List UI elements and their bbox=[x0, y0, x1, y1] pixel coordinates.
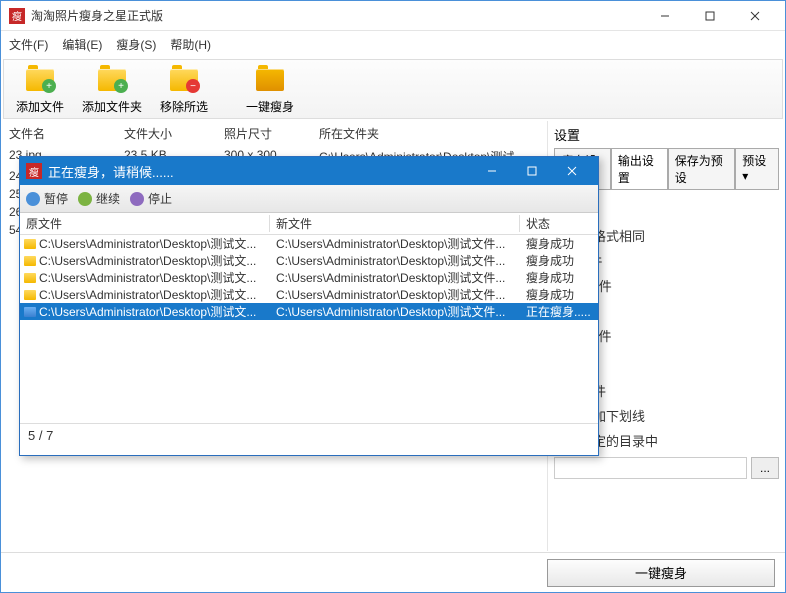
progress-dialog: 瘦 正在瘦身，请稍候...... 暂停 继续 停止 原文件 新文件 状态 C:\… bbox=[19, 156, 599, 456]
app-icon: 瘦 bbox=[9, 8, 25, 24]
folder-icon bbox=[24, 256, 36, 266]
menu-help[interactable]: 帮助(H) bbox=[170, 36, 211, 53]
col-source[interactable]: 原文件 bbox=[20, 215, 270, 232]
folder-icon bbox=[24, 239, 36, 249]
dialog-minimize-button[interactable] bbox=[472, 160, 512, 182]
continue-button[interactable]: 继续 bbox=[78, 190, 120, 207]
menu-file[interactable]: 文件(F) bbox=[9, 36, 48, 53]
folder-icon bbox=[24, 307, 36, 317]
progress-row[interactable]: C:\Users\Administrator\Desktop\测试文...C:\… bbox=[20, 269, 598, 286]
progress-row[interactable]: C:\Users\Administrator\Desktop\测试文...C:\… bbox=[20, 303, 598, 320]
progress-row[interactable]: C:\Users\Administrator\Desktop\测试文...C:\… bbox=[20, 235, 598, 252]
close-button[interactable] bbox=[732, 2, 777, 30]
col-size[interactable]: 文件大小 bbox=[124, 125, 224, 142]
progress-status: 5 / 7 bbox=[20, 423, 598, 447]
titlebar: 瘦 淘淘照片瘦身之星正式版 bbox=[1, 1, 785, 31]
folder-icon bbox=[24, 273, 36, 283]
pause-button[interactable]: 暂停 bbox=[26, 190, 68, 207]
toolbar: + 添加文件 + 添加文件夹 − 移除所选 一键瘦身 bbox=[3, 59, 783, 119]
minimize-button[interactable] bbox=[642, 2, 687, 30]
stop-button[interactable]: 停止 bbox=[130, 190, 172, 207]
run-button[interactable]: 一键瘦身 bbox=[547, 559, 775, 587]
progress-row[interactable]: C:\Users\Administrator\Desktop\测试文...C:\… bbox=[20, 286, 598, 303]
output-path-input[interactable] bbox=[554, 457, 747, 479]
add-file-button[interactable]: + 添加文件 bbox=[12, 61, 68, 117]
col-name[interactable]: 文件名 bbox=[9, 125, 124, 142]
one-key-button[interactable]: 一键瘦身 bbox=[242, 61, 298, 117]
add-file-icon: + bbox=[24, 63, 56, 95]
pause-icon bbox=[26, 192, 40, 206]
dialog-toolbar: 暂停 继续 停止 bbox=[20, 185, 598, 213]
col-new[interactable]: 新文件 bbox=[270, 215, 520, 232]
add-folder-button[interactable]: + 添加文件夹 bbox=[78, 61, 146, 117]
dialog-titlebar: 瘦 正在瘦身，请稍候...... bbox=[20, 157, 598, 185]
one-key-icon bbox=[254, 63, 286, 95]
progress-table-header: 原文件 新文件 状态 bbox=[20, 213, 598, 235]
tab-output[interactable]: 输出设置 bbox=[611, 148, 668, 190]
dialog-maximize-button[interactable] bbox=[512, 160, 552, 182]
remove-selected-icon: − bbox=[168, 63, 200, 95]
menu-shoushen[interactable]: 瘦身(S) bbox=[116, 36, 156, 53]
col-folder[interactable]: 所在文件夹 bbox=[319, 125, 539, 142]
continue-icon bbox=[78, 192, 92, 206]
progress-table-body: C:\Users\Administrator\Desktop\测试文...C:\… bbox=[20, 235, 598, 423]
window-title: 淘淘照片瘦身之星正式版 bbox=[31, 7, 642, 24]
browse-button[interactable]: ... bbox=[751, 457, 779, 479]
col-status[interactable]: 状态 bbox=[520, 215, 598, 232]
add-folder-icon: + bbox=[96, 63, 128, 95]
remove-selected-button[interactable]: − 移除所选 bbox=[156, 61, 212, 117]
tab-preset[interactable]: 预设 ▾ bbox=[735, 148, 779, 190]
dialog-title: 正在瘦身，请稍候...... bbox=[48, 162, 472, 181]
dialog-app-icon: 瘦 bbox=[26, 163, 42, 179]
remove-selected-label: 移除所选 bbox=[160, 98, 208, 115]
dialog-close-button[interactable] bbox=[552, 160, 592, 182]
folder-icon bbox=[24, 290, 36, 300]
continue-label: 继续 bbox=[96, 190, 120, 207]
menubar: 文件(F) 编辑(E) 瘦身(S) 帮助(H) bbox=[1, 31, 785, 57]
add-folder-label: 添加文件夹 bbox=[82, 98, 142, 115]
file-list-header: 文件名 文件大小 照片尺寸 所在文件夹 bbox=[1, 121, 547, 146]
stop-label: 停止 bbox=[148, 190, 172, 207]
stop-icon bbox=[130, 192, 144, 206]
tab-save-preset[interactable]: 保存为预设 bbox=[668, 148, 736, 190]
menu-edit[interactable]: 编辑(E) bbox=[62, 36, 102, 53]
bottom-bar: 一键瘦身 bbox=[1, 552, 785, 592]
one-key-label: 一键瘦身 bbox=[246, 98, 294, 115]
col-dim[interactable]: 照片尺寸 bbox=[224, 125, 319, 142]
settings-title: 设置 bbox=[554, 125, 779, 144]
add-file-label: 添加文件 bbox=[16, 98, 64, 115]
progress-row[interactable]: C:\Users\Administrator\Desktop\测试文...C:\… bbox=[20, 252, 598, 269]
maximize-button[interactable] bbox=[687, 2, 732, 30]
output-path-row: ... bbox=[554, 457, 779, 479]
pause-label: 暂停 bbox=[44, 190, 68, 207]
